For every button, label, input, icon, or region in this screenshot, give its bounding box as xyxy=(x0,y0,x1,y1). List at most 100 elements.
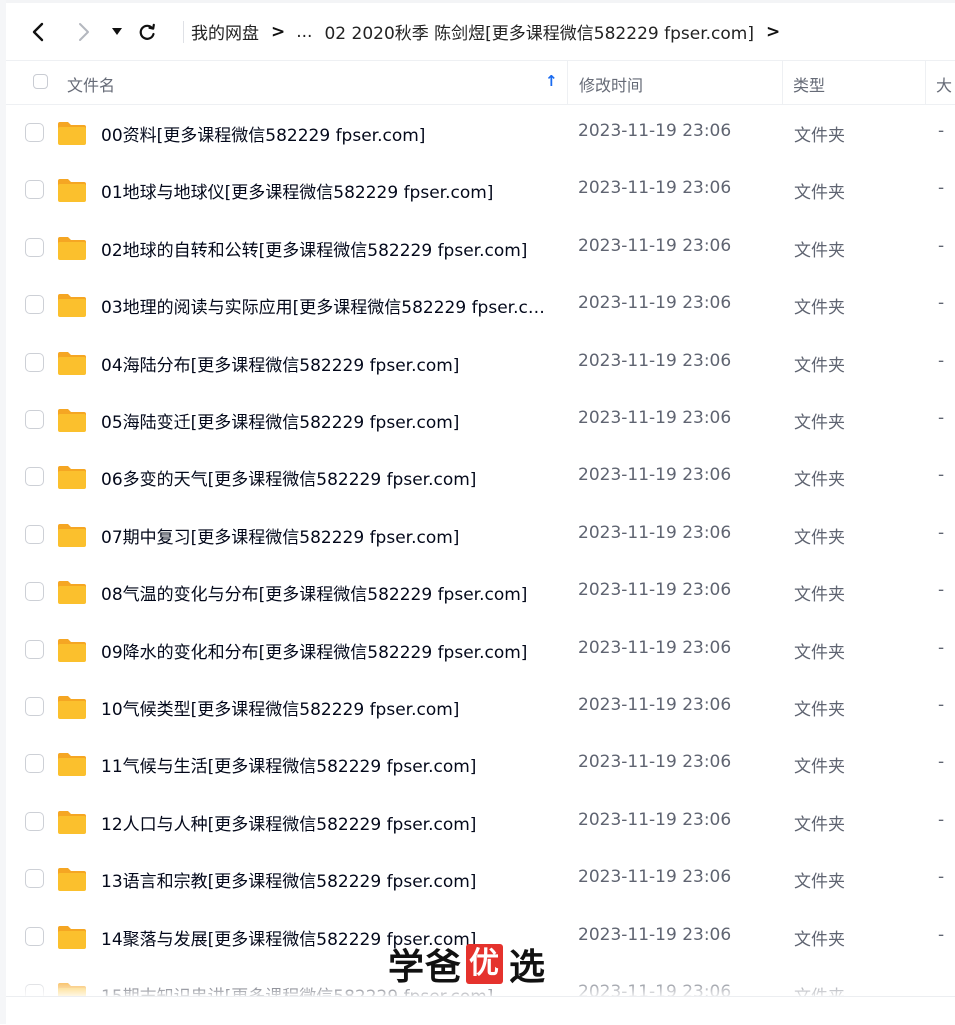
file-modified-time: 2023-11-19 23:06 xyxy=(578,465,732,485)
row-checkbox[interactable] xyxy=(25,525,44,544)
file-row[interactable]: 12人口与人种[更多课程微信582229 fpser.com] 2023-11-1… xyxy=(6,793,955,850)
file-size: - xyxy=(938,810,945,830)
file-row[interactable]: 02地球的自转和公转[更多课程微信582229 fpser.com] 2023-1… xyxy=(6,219,955,276)
file-size: - xyxy=(938,925,945,945)
file-size: - xyxy=(938,178,945,198)
file-modified-time: 2023-11-19 23:06 xyxy=(578,638,732,658)
folder-icon xyxy=(58,122,86,145)
forward-button[interactable] xyxy=(74,20,94,44)
folder-icon xyxy=(58,753,86,776)
file-type: 文件夹 xyxy=(794,126,845,146)
file-modified-time: 2023-11-19 23:06 xyxy=(578,925,732,945)
chevron-right-icon xyxy=(79,22,89,41)
file-name[interactable]: 12人口与人种[更多课程微信582229 fpser.com] xyxy=(101,810,476,835)
file-size: - xyxy=(938,465,945,485)
row-checkbox[interactable] xyxy=(25,295,44,314)
row-checkbox[interactable] xyxy=(25,467,44,486)
file-modified-time: 2023-11-19 23:06 xyxy=(578,351,732,371)
file-row[interactable]: 04海陆分布[更多课程微信582229 fpser.com] 2023-11-19… xyxy=(6,334,955,391)
file-row[interactable]: 00资料[更多课程微信582229 fpser.com] 2023-11-19 2… xyxy=(6,104,955,161)
row-checkbox[interactable] xyxy=(25,812,44,831)
file-row[interactable]: 06多变的天气[更多课程微信582229 fpser.com] 2023-11-1… xyxy=(6,448,955,505)
column-divider[interactable] xyxy=(782,61,783,104)
folder-icon xyxy=(58,352,86,375)
file-name[interactable]: 02地球的自转和公转[更多课程微信582229 fpser.com] xyxy=(101,236,527,261)
file-name[interactable]: 10气候类型[更多课程微信582229 fpser.com] xyxy=(101,695,459,720)
column-header-type[interactable]: 类型 xyxy=(793,72,825,96)
breadcrumb-current[interactable]: 02 2020秋季 陈剑煜[更多课程微信582229 fpser.com] xyxy=(324,19,754,44)
row-checkbox[interactable] xyxy=(25,582,44,601)
nav-divider xyxy=(183,21,184,43)
history-dropdown-button[interactable] xyxy=(110,20,124,44)
breadcrumb-separator-icon: > xyxy=(271,21,286,42)
column-divider[interactable] xyxy=(925,61,926,104)
file-type: 文件夹 xyxy=(794,643,845,663)
file-name[interactable]: 00资料[更多课程微信582229 fpser.com] xyxy=(101,121,425,146)
row-checkbox[interactable] xyxy=(25,238,44,257)
folder-icon xyxy=(58,926,86,949)
file-name[interactable]: 05海陆变迁[更多课程微信582229 fpser.com] xyxy=(101,408,459,433)
file-modified-time: 2023-11-19 23:06 xyxy=(578,810,732,830)
row-checkbox[interactable] xyxy=(25,640,44,659)
file-row[interactable]: 05海陆变迁[更多课程微信582229 fpser.com] 2023-11-19… xyxy=(6,391,955,448)
file-row[interactable]: 13语言和宗教[更多课程微信582229 fpser.com] 2023-11-1… xyxy=(6,850,955,907)
file-modified-time: 2023-11-19 23:06 xyxy=(578,236,732,256)
file-size: - xyxy=(938,121,945,141)
file-size: - xyxy=(938,867,945,887)
file-row[interactable]: 11气候与生活[更多课程微信582229 fpser.com] 2023-11-1… xyxy=(6,735,955,792)
breadcrumb-ellipsis[interactable]: ... xyxy=(296,22,312,42)
file-size: - xyxy=(938,695,945,715)
row-checkbox[interactable] xyxy=(25,123,44,142)
back-button[interactable] xyxy=(28,20,48,44)
file-name[interactable]: 04海陆分布[更多课程微信582229 fpser.com] xyxy=(101,351,459,376)
row-checkbox[interactable] xyxy=(25,180,44,199)
file-name[interactable]: 13语言和宗教[更多课程微信582229 fpser.com] xyxy=(101,867,476,892)
file-name[interactable]: 01地球与地球仪[更多课程微信582229 fpser.com] xyxy=(101,178,493,203)
file-type: 文件夹 xyxy=(794,872,845,892)
column-divider[interactable] xyxy=(567,61,568,104)
file-row[interactable]: 03地理的阅读与实际应用[更多课程微信582229 fpser.co... 202… xyxy=(6,276,955,333)
file-row[interactable]: 09降水的变化和分布[更多课程微信582229 fpser.com] 2023-1… xyxy=(6,621,955,678)
folder-icon xyxy=(58,294,86,317)
column-header-time[interactable]: 修改时间 xyxy=(579,72,643,96)
file-type: 文件夹 xyxy=(794,585,845,605)
file-row[interactable]: 07期中复习[更多课程微信582229 fpser.com] 2023-11-19… xyxy=(6,506,955,563)
folder-icon xyxy=(58,696,86,719)
file-type: 文件夹 xyxy=(794,241,845,261)
file-size: - xyxy=(938,236,945,256)
file-name[interactable]: 11气候与生活[更多课程微信582229 fpser.com] xyxy=(101,752,476,777)
file-modified-time: 2023-11-19 23:06 xyxy=(578,178,732,198)
select-all-checkbox[interactable] xyxy=(33,74,48,89)
row-checkbox[interactable] xyxy=(25,697,44,716)
column-header-size[interactable]: 大 xyxy=(936,72,952,96)
file-row[interactable]: 08气温的变化与分布[更多课程微信582229 fpser.com] 2023-1… xyxy=(6,563,955,620)
file-name[interactable]: 09降水的变化和分布[更多课程微信582229 fpser.com] xyxy=(101,638,527,663)
bottom-bar xyxy=(6,996,955,1025)
row-checkbox[interactable] xyxy=(25,410,44,429)
sort-ascending-icon[interactable]: ↑ xyxy=(545,72,558,90)
file-name[interactable]: 08气温的变化与分布[更多课程微信582229 fpser.com] xyxy=(101,580,527,605)
file-modified-time: 2023-11-19 23:06 xyxy=(578,523,732,543)
row-checkbox[interactable] xyxy=(25,754,44,773)
folder-icon xyxy=(58,237,86,260)
column-header-name[interactable]: 文件名 xyxy=(67,72,115,96)
row-checkbox[interactable] xyxy=(25,869,44,888)
file-name[interactable]: 06多变的天气[更多课程微信582229 fpser.com] xyxy=(101,465,476,490)
file-type: 文件夹 xyxy=(794,413,845,433)
file-type: 文件夹 xyxy=(794,183,845,203)
folder-icon xyxy=(58,179,86,202)
file-type: 文件夹 xyxy=(794,470,845,490)
file-size: - xyxy=(938,408,945,428)
file-name[interactable]: 07期中复习[更多课程微信582229 fpser.com] xyxy=(101,523,459,548)
file-row[interactable]: 01地球与地球仪[更多课程微信582229 fpser.com] 2023-11-… xyxy=(6,161,955,218)
breadcrumb-root[interactable]: 我的网盘 xyxy=(191,19,259,44)
folder-icon xyxy=(58,466,86,489)
refresh-button[interactable] xyxy=(138,20,156,44)
file-size: - xyxy=(938,523,945,543)
watermark-badge: 优 xyxy=(466,944,504,984)
watermark-text-right: 选 xyxy=(509,947,547,988)
row-checkbox[interactable] xyxy=(25,353,44,372)
row-checkbox[interactable] xyxy=(25,927,44,946)
file-name[interactable]: 03地理的阅读与实际应用[更多课程微信582229 fpser.co... xyxy=(101,293,553,318)
file-row[interactable]: 10气候类型[更多课程微信582229 fpser.com] 2023-11-19… xyxy=(6,678,955,735)
